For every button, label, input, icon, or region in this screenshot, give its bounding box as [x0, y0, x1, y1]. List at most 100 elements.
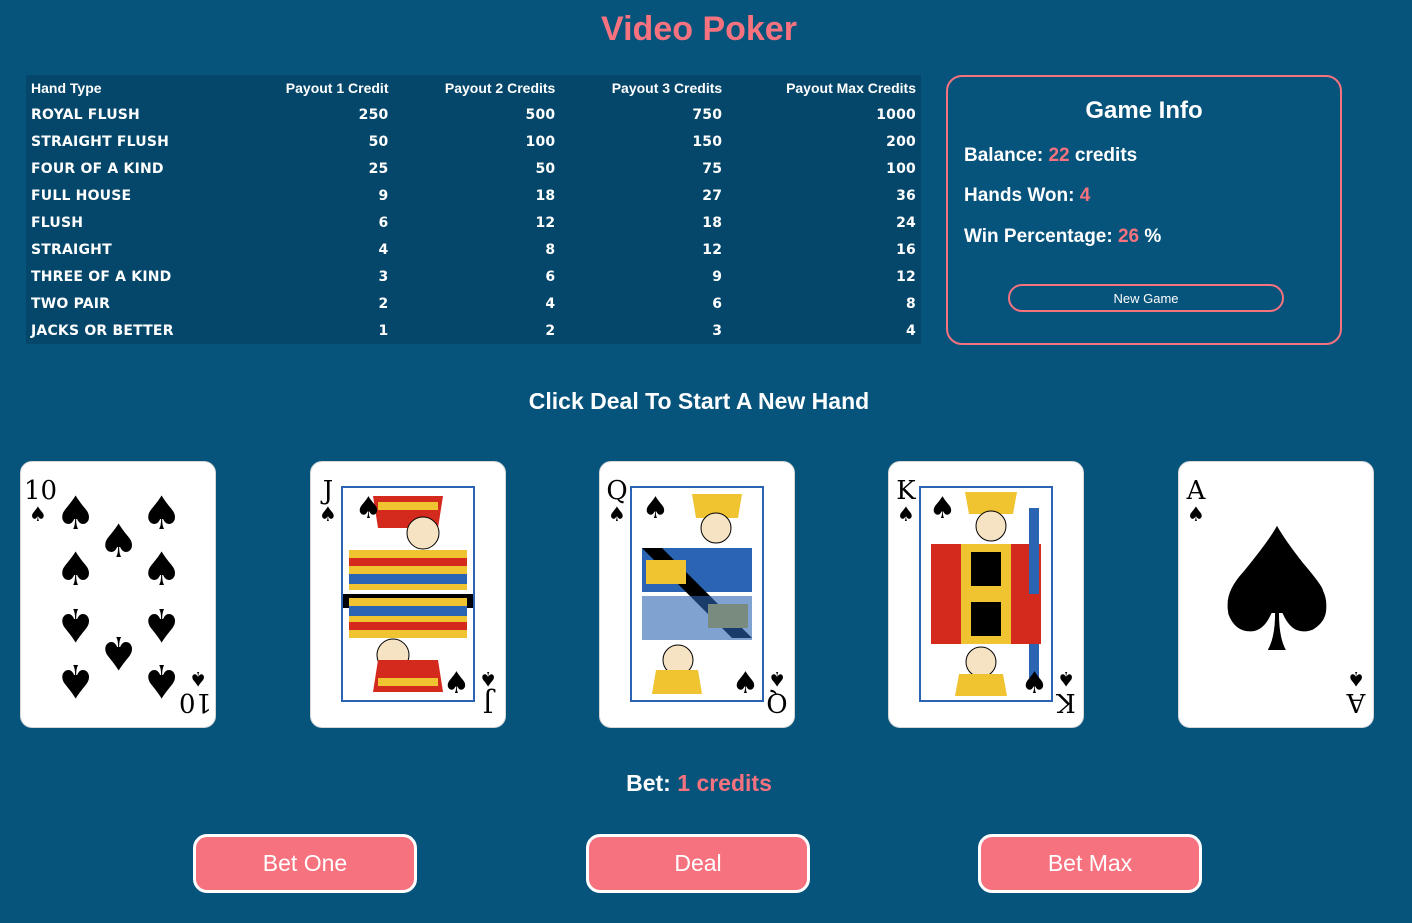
header-payout-2: Payout 2 Credits — [444, 80, 556, 96]
svg-text:♠: ♠ — [355, 491, 382, 526]
payout-cell: 9 — [378, 187, 389, 204]
table-row: FOUR OF A KIND 25 50 75 100 — [26, 155, 921, 182]
card-rank: Q — [766, 687, 788, 717]
payout-cell: 100 — [886, 160, 916, 177]
payout-cell: 50 — [368, 133, 389, 150]
payout-cell: 1000 — [876, 106, 916, 123]
payout-table-header: Hand Type Payout 1 Credit Payout 2 Credi… — [26, 75, 921, 101]
payout-cell: 36 — [896, 187, 916, 204]
spade-icon: ♠ — [319, 502, 337, 526]
header-payout-3: Payout 3 Credits — [611, 80, 723, 96]
payout-cell: 27 — [702, 187, 723, 204]
card-corner: Q ♠ — [763, 667, 791, 717]
svg-text:♠: ♠ — [443, 666, 470, 700]
card-corner: Q ♠ — [603, 478, 631, 524]
table-row: STRAIGHT FLUSH 50 100 150 200 — [26, 128, 921, 155]
page-title: Video Poker — [601, 10, 797, 48]
spade-icon: ♠ — [55, 542, 97, 596]
spade-icon: ♠ — [189, 667, 207, 691]
balance-row: Balance: 22 credits — [964, 145, 1137, 167]
spade-icon: ♠ — [1200, 493, 1354, 691]
queen-face-art: ♠ ♠ — [630, 486, 764, 702]
spade-icon: ♠ — [98, 514, 140, 568]
game-info-heading: Game Info — [1085, 97, 1203, 124]
payout-cell: 12 — [702, 241, 723, 258]
table-row: TWO PAIR 2 4 6 8 — [26, 290, 921, 317]
hand-type-cell: FOUR OF A KIND — [31, 160, 164, 177]
payout-cell: 4 — [545, 295, 556, 312]
payout-cell: 2 — [378, 295, 389, 312]
hand-type-cell: STRAIGHT FLUSH — [31, 133, 170, 150]
payout-cell: 9 — [712, 268, 723, 285]
spade-icon: ♠ — [29, 502, 47, 526]
win-percentage-row: Win Percentage: 26 % — [964, 226, 1161, 248]
payout-cell: 6 — [378, 214, 389, 231]
header-payout-1: Payout 1 Credit — [285, 80, 389, 96]
payout-cell: 18 — [702, 214, 723, 231]
win-percentage-unit: % — [1144, 226, 1162, 247]
card-5[interactable]: A ♠ A ♠ ♠ — [1178, 461, 1374, 728]
payout-cell: 8 — [545, 241, 556, 258]
card-corner: K ♠ — [892, 478, 920, 524]
win-percentage-label: Win Percentage: — [964, 226, 1113, 247]
spade-icon: ♠ — [98, 626, 140, 680]
hands-won-label: Hands Won: — [964, 185, 1075, 206]
hand-type-cell: FLUSH — [31, 214, 84, 231]
spade-icon: ♠ — [55, 654, 97, 708]
table-row: FLUSH 6 12 18 24 — [26, 209, 921, 236]
payout-cell: 75 — [702, 160, 723, 177]
spade-icon: ♠ — [55, 598, 97, 652]
card-corner: K ♠ — [1052, 667, 1080, 717]
payout-cell: 12 — [896, 268, 916, 285]
card-1[interactable]: 10 ♠ 10 ♠ ♠ ♠ ♠ ♠ ♠ ♠ ♠ ♠ ♠ ♠ — [20, 461, 216, 728]
svg-text:♠: ♠ — [642, 491, 669, 526]
header-hand-type: Hand Type — [31, 80, 102, 96]
hand-type-cell: FULL HOUSE — [31, 187, 132, 204]
payout-cell: 16 — [896, 241, 916, 258]
bet-one-button[interactable]: Bet One — [193, 834, 417, 893]
payout-cell: 3 — [378, 268, 389, 285]
svg-text:♠: ♠ — [1021, 666, 1048, 700]
spade-icon: ♠ — [1057, 667, 1075, 691]
king-face-art: ♠ ♠ — [919, 486, 1053, 702]
payout-cell: 200 — [886, 133, 916, 150]
game-status-message: Click Deal To Start A New Hand — [528, 388, 870, 414]
balance-label: Balance: — [964, 145, 1044, 166]
balance-unit: credits — [1074, 145, 1138, 166]
payout-cell: 4 — [906, 322, 916, 339]
spade-icon: ♠ — [55, 486, 97, 540]
bet-max-button[interactable]: Bet Max — [978, 834, 1202, 893]
card-3[interactable]: Q ♠ Q ♠ ♠ ♠ — [599, 461, 795, 728]
deal-button[interactable]: Deal — [586, 834, 810, 893]
spade-icon: ♠ — [897, 502, 915, 526]
win-percentage-value: 26 — [1117, 226, 1140, 247]
payout-table: Hand Type Payout 1 Credit Payout 2 Credi… — [26, 75, 921, 344]
svg-text:♠: ♠ — [732, 666, 759, 700]
payout-cell: 750 — [692, 106, 723, 123]
payout-cell: 25 — [368, 160, 389, 177]
card-corner: J ♠ — [314, 478, 342, 524]
payout-cell: 12 — [535, 214, 556, 231]
payout-cell: 50 — [535, 160, 556, 177]
card-rank: 10 — [178, 687, 212, 717]
card-4[interactable]: K ♠ K ♠ ♠ ♠ — [888, 461, 1084, 728]
payout-cell: 500 — [525, 106, 556, 123]
hand-type-cell: ROYAL FLUSH — [31, 106, 140, 123]
hand-type-cell: THREE OF A KIND — [31, 268, 172, 285]
table-row: FULL HOUSE 9 18 27 36 — [26, 182, 921, 209]
card-2[interactable]: J ♠ J ♠ ♠ ♠ — [310, 461, 506, 728]
new-game-button[interactable]: New Game — [1008, 284, 1284, 312]
card-corner: J ♠ — [474, 667, 502, 717]
spade-icon: ♠ — [479, 667, 497, 691]
bet-display: Bet: 1 credits — [0, 770, 1398, 797]
card-rank: A — [1346, 687, 1366, 717]
payout-cell: 1 — [378, 322, 389, 339]
hands-won-value: 4 — [1079, 185, 1091, 206]
payout-cell: 6 — [712, 295, 723, 312]
svg-text:♠: ♠ — [929, 491, 956, 526]
payout-cell: 18 — [535, 187, 556, 204]
header-payout-max: Payout Max Credits — [786, 80, 916, 96]
payout-cell: 8 — [906, 295, 916, 312]
hand-type-cell: TWO PAIR — [31, 295, 111, 312]
hands-won-row: Hands Won: 4 — [964, 185, 1090, 207]
